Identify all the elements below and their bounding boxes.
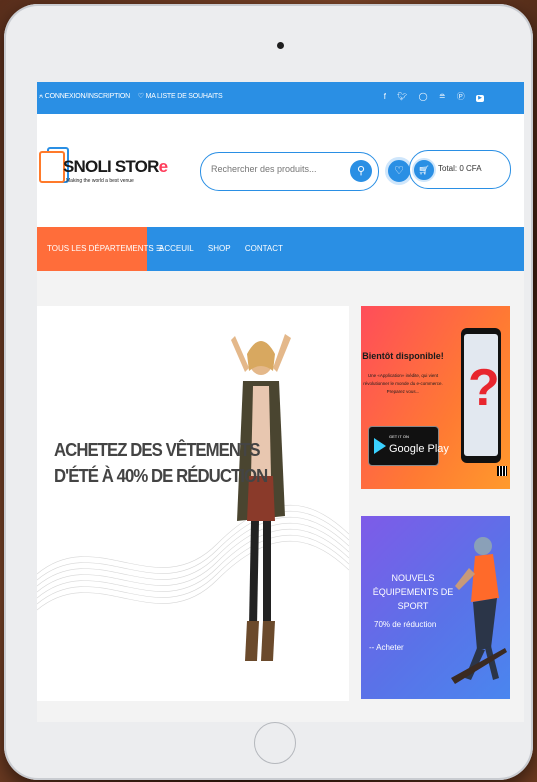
nav-home[interactable]: ACCEUIL [159,244,194,253]
logo-accent: e [158,157,168,176]
cart-total: Total: 0 CFA [438,164,482,173]
logo-tagline: Making the world a best venue [66,178,134,184]
camera-dot [277,42,284,49]
logo-bag-icon-front [39,151,65,183]
wave-pattern [37,504,349,611]
home-button[interactable] [254,722,296,764]
skater-image [451,537,507,684]
hero-line-1: ACHETEZ DES VÊTEMENTS [54,440,260,460]
sport-promo-title: NOUVELS ÉQUIPEMENTS DE SPORT [372,573,454,611]
app-promo-banner[interactable]: Bientôt disponible! Une «Application» in… [361,306,510,489]
google-play-icon [374,438,386,454]
main-nav: TOUS LES DÉPARTEMENTS ☰ ACCEUIL SHOP CON… [37,227,524,271]
logo[interactable]: SNOLI STORe Making the world a best venu… [39,147,168,193]
header: SNOLI STORe Making the world a best venu… [37,114,524,227]
question-mark-icon: ? [468,359,500,417]
logo-text: SNOLI STOR [63,157,159,176]
qr-code [497,466,507,476]
login-link[interactable]: ⍲ CONNEXION/INSCRIPTION [39,93,130,100]
hero-line-2: D'ÉTÉ À 40% DE RÉDUCTION [54,466,268,486]
screen: ⍲ CONNEXION/INSCRIPTION ♡ MA LISTE DE SO… [37,82,524,722]
social-links: f 🐦︎ ◯ ≘ Ⓟ ▶ [375,91,484,102]
hero-headline: ACHETEZ DES VÊTEMENTS D'ÉTÉ À 40% DE RÉD… [54,437,268,489]
sport-promo-banner[interactable]: NOUVELS ÉQUIPEMENTS DE SPORT 70% de rédu… [361,516,510,699]
hero-banner[interactable]: ACHETEZ DES VÊTEMENTS D'ÉTÉ À 40% DE RÉD… [37,306,349,701]
cart-button[interactable]: 🛒︎ Total: 0 CFA [409,150,511,189]
tablet-frame: ⍲ CONNEXION/INSCRIPTION ♡ MA LISTE DE SO… [4,4,533,780]
app-promo-subtitle: Une «Application» inédite, qui vient rév… [363,373,443,394]
sport-promo-cta[interactable]: -- Acheter [369,643,404,652]
app-promo-title: Bientôt disponible! [362,351,444,361]
search-button[interactable]: ⚲ [350,160,372,182]
top-bar: ⍲ CONNEXION/INSCRIPTION ♡ MA LISTE DE SO… [37,82,524,114]
wishlist-link[interactable]: ♡ MA LISTE DE SOUHAITS [138,93,223,100]
sport-promo-discount: 70% de réduction [374,620,437,629]
facebook-icon[interactable]: f [384,92,386,101]
heart-icon: ♡ [394,165,404,177]
search-icon: ⚲ [356,165,366,177]
search-bar: ⚲ [200,152,379,191]
store-name: Google Play [389,443,449,455]
cart-icon: 🛒︎ [412,158,436,182]
twitter-icon[interactable]: 🐦︎ [397,92,407,101]
nav-contact[interactable]: CONTACT [245,244,283,253]
nav-shop[interactable]: SHOP [208,244,231,253]
youtube-icon[interactable]: ▶ [476,95,484,102]
pinterest-icon[interactable]: Ⓟ [457,92,465,101]
store-small-label: GET IT ON [389,434,409,439]
search-input[interactable] [209,163,353,175]
google-play-badge[interactable]: GET IT ON Google Play [368,426,449,466]
rss-icon[interactable]: ≘ [439,92,446,101]
model-image [231,334,291,661]
instagram-icon[interactable]: ◯ [419,92,428,101]
departments-menu[interactable]: TOUS LES DÉPARTEMENTS ☰ [37,227,163,271]
